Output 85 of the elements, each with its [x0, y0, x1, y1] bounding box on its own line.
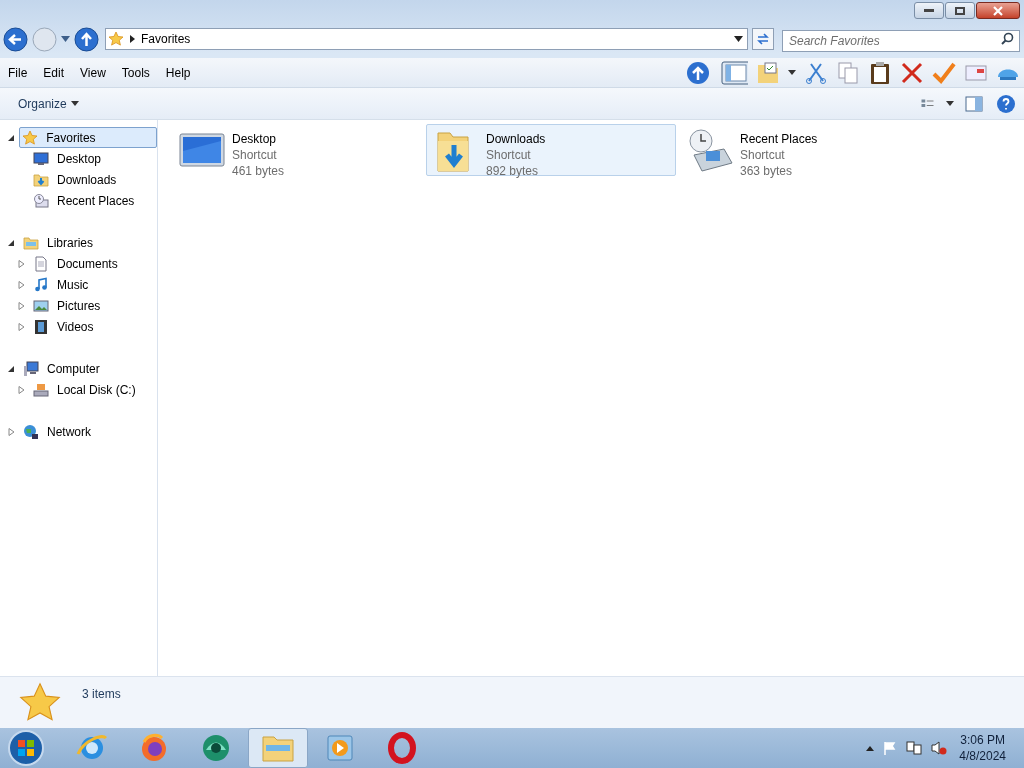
- file-type: Shortcut: [232, 147, 278, 163]
- collapsed-arrow-icon[interactable]: [18, 385, 25, 394]
- expanded-arrow-icon[interactable]: [8, 133, 15, 142]
- refresh-button[interactable]: [752, 28, 774, 50]
- folder-download-icon: [33, 171, 49, 188]
- file-size: 892 bytes: [486, 163, 540, 179]
- sidebar-item[interactable]: Local Disk (C:): [30, 379, 149, 400]
- preview-pane-icon[interactable]: [718, 60, 748, 85]
- breadcrumb-arrow-icon[interactable]: [130, 35, 135, 43]
- disk-drive-icon: [33, 381, 49, 398]
- expanded-arrow-icon[interactable]: [8, 364, 15, 373]
- star-icon: [22, 129, 39, 146]
- organize-button[interactable]: Organize: [10, 91, 87, 116]
- music-note-icon: [33, 276, 49, 293]
- dropdown-caret-icon[interactable]: [734, 36, 743, 42]
- media-player-icon[interactable]: [325, 733, 355, 763]
- menu-item[interactable]: Tools: [113, 63, 158, 82]
- caret-icon: [70, 101, 79, 106]
- file-name: Downloads: [486, 131, 546, 147]
- recent-places-icon: [686, 127, 734, 175]
- checkmark-icon[interactable]: [932, 60, 956, 85]
- shortcut-tile[interactable]: Recent Places Shortcut 363 bytes: [680, 124, 930, 176]
- sidebar-item[interactable]: Downloads: [30, 169, 130, 190]
- collapsed-arrow-icon[interactable]: [18, 280, 25, 289]
- network-icon[interactable]: [906, 741, 923, 755]
- history-caret-icon[interactable]: [61, 36, 70, 42]
- collapsed-arrow-icon[interactable]: [8, 427, 15, 436]
- document-icon: [33, 255, 49, 272]
- muted-speaker-icon[interactable]: [931, 741, 948, 755]
- monitor-icon: [33, 150, 49, 167]
- close-icon: [992, 5, 1004, 16]
- collapsed-arrow-icon[interactable]: [18, 259, 25, 268]
- file-size: 461 bytes: [232, 163, 285, 179]
- delete-icon[interactable]: [900, 60, 924, 85]
- search-icon: [1001, 32, 1014, 45]
- sidebar-item[interactable]: Recent Places: [30, 190, 148, 211]
- address-bar[interactable]: Favorites: [105, 28, 748, 50]
- picture-icon: [33, 297, 49, 314]
- flag-icon[interactable]: [883, 741, 898, 755]
- sidebar-item[interactable]: Computer: [20, 358, 113, 379]
- tray-caret-icon[interactable]: [866, 745, 875, 751]
- file-name: Desktop: [232, 131, 278, 147]
- shortcut-tile[interactable]: Desktop Shortcut 461 bytes: [172, 124, 422, 176]
- sidebar-item[interactable]: Videos: [30, 316, 107, 337]
- sidebar-item[interactable]: Music: [30, 274, 102, 295]
- ring-o-icon[interactable]: [387, 732, 417, 764]
- clock-date[interactable]: 4/8/2024: [959, 748, 1006, 764]
- back-button[interactable]: [3, 26, 28, 52]
- menu-item[interactable]: File: [0, 63, 36, 82]
- dropdown-caret-icon[interactable]: [788, 70, 796, 75]
- computer-icon: [23, 360, 39, 377]
- dropdown-caret-icon[interactable]: [946, 101, 954, 106]
- sidebar-item[interactable]: Network: [20, 421, 104, 442]
- clipboard-icon[interactable]: [868, 60, 892, 85]
- film-icon: [33, 318, 49, 335]
- recent-places-icon: [33, 192, 49, 209]
- clock-time[interactable]: 3:06 PM: [960, 732, 1005, 748]
- folder-checklist-icon[interactable]: [756, 60, 780, 85]
- sidebar-item[interactable]: Pictures: [30, 295, 114, 316]
- star-icon: [108, 31, 124, 47]
- sidebar-item[interactable]: Favorites: [19, 127, 157, 148]
- file-type: Shortcut: [486, 147, 532, 163]
- shortcut-tile[interactable]: Downloads Shortcut 892 bytes: [426, 124, 676, 176]
- start-button[interactable]: [6, 728, 46, 768]
- menu-item[interactable]: View: [72, 63, 114, 82]
- file-size: 363 bytes: [740, 163, 794, 179]
- expanded-arrow-icon[interactable]: [8, 238, 15, 247]
- menu-item[interactable]: Help: [157, 63, 199, 82]
- search-field[interactable]: Search Favorites: [782, 30, 1020, 52]
- sidebar-item[interactable]: Desktop: [30, 148, 115, 169]
- file-type: Shortcut: [740, 147, 786, 163]
- up-button[interactable]: [74, 26, 99, 52]
- sidebar-item[interactable]: Libraries: [20, 232, 107, 253]
- libraries-icon: [23, 234, 39, 251]
- collapsed-arrow-icon[interactable]: [18, 322, 25, 331]
- file-name: Recent Places: [740, 131, 818, 147]
- address-path[interactable]: Favorites: [141, 30, 191, 48]
- minimize-button[interactable]: [914, 2, 944, 19]
- close-button[interactable]: [976, 2, 1020, 19]
- sidebar-item[interactable]: Documents: [30, 253, 131, 274]
- collapsed-arrow-icon[interactable]: [18, 301, 25, 310]
- restore-button[interactable]: [945, 2, 975, 19]
- network-icon: [23, 423, 39, 440]
- item-count: 3 items: [82, 686, 121, 703]
- menu-item[interactable]: Edit: [35, 63, 73, 82]
